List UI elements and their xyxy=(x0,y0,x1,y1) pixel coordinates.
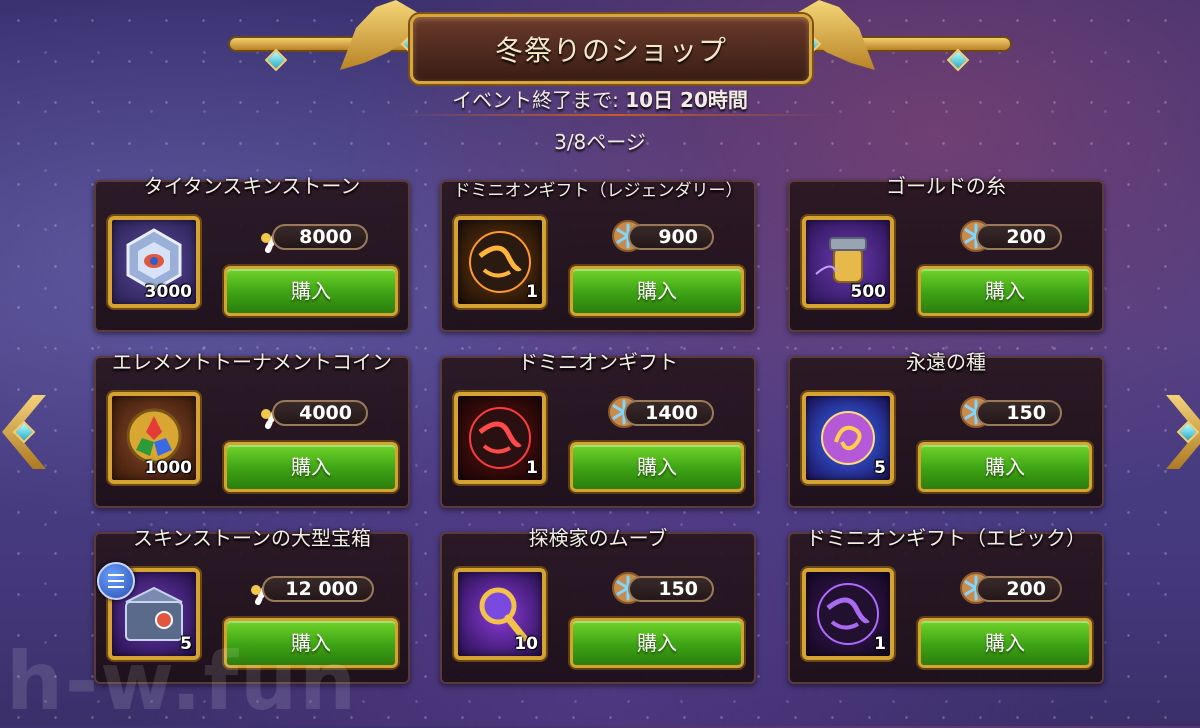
item-price: 150 xyxy=(628,576,714,602)
gem-left-icon xyxy=(264,48,288,72)
shop-item-card: 探検家のムーブ 10 150 購入 xyxy=(440,526,756,684)
shop-title-banner: 冬祭りのショップ xyxy=(410,14,812,84)
item-quantity: 1 xyxy=(526,458,538,478)
item-price: 200 xyxy=(976,576,1062,602)
item-title: ドミニオンギフト（レジェンダリー） xyxy=(453,181,743,201)
item-quantity: 10 xyxy=(514,634,538,654)
shop-item-card: ドミニオンギフト（エピック） 1 200 購入 xyxy=(788,526,1104,684)
shop-item-card: 永遠の種 5 150 購入 xyxy=(788,350,1104,508)
buy-button[interactable]: 購入 xyxy=(918,618,1092,668)
item-quantity: 5 xyxy=(874,458,886,478)
item-price: 12 000 xyxy=(262,576,374,602)
timer-label: イベント終了まで: xyxy=(452,88,619,112)
shop-item-card: ドミニオンギフト 1 1400 購入 xyxy=(440,350,756,508)
dominion-gift-icon: 1 xyxy=(454,392,546,484)
eternal-seed-icon: 5 xyxy=(802,392,894,484)
item-title: タイタンスキンストーン xyxy=(143,174,361,198)
buy-button[interactable]: 購入 xyxy=(570,618,744,668)
timer-value: 10日 20時間 xyxy=(625,88,748,112)
item-quantity: 3000 xyxy=(144,282,192,302)
item-quantity: 1 xyxy=(874,634,886,654)
item-price: 900 xyxy=(628,224,714,250)
item-quantity: 1000 xyxy=(144,458,192,478)
buy-button[interactable]: 購入 xyxy=(224,442,398,492)
shop-item-card: ドミニオンギフト（レジェンダリー） 1 900 購入 xyxy=(440,180,756,332)
gem-right-icon xyxy=(946,48,970,72)
item-title: スキンストーンの大型宝箱 xyxy=(133,526,371,550)
divider xyxy=(395,114,835,116)
item-title: ドミニオンギフト xyxy=(518,350,678,374)
titan-skin-stone-icon: 3000 xyxy=(108,216,200,308)
item-price: 1400 xyxy=(624,400,714,426)
item-title: 探検家のムーブ xyxy=(528,526,668,550)
buy-button[interactable]: 購入 xyxy=(918,442,1092,492)
gold-thread-icon: 500 xyxy=(802,216,894,308)
page-title: 冬祭りのショップ xyxy=(494,34,727,67)
page-indicator: 3/8ページ xyxy=(554,130,646,154)
shop-item-card: タイタンスキンストーン 3000 8000 購入 xyxy=(94,174,410,332)
item-price: 4000 xyxy=(272,400,368,426)
buy-button[interactable]: 購入 xyxy=(224,266,398,316)
shop-item-card: エレメントトーナメントコイン 1000 4000 購入 xyxy=(94,350,410,508)
item-quantity: 1 xyxy=(526,282,538,302)
item-price: 200 xyxy=(976,224,1062,250)
item-price: 8000 xyxy=(272,224,368,250)
shop-item-card: ゴールドの糸 500 200 購入 xyxy=(788,174,1104,332)
item-title: ドミニオンギフト（エピック） xyxy=(806,526,1086,550)
item-title: ゴールドの糸 xyxy=(886,174,1006,198)
dominion-gift-legendary-icon: 1 xyxy=(454,216,546,308)
list-filter-icon[interactable] xyxy=(97,562,135,600)
event-timer: イベント終了まで: 10日 20時間 xyxy=(0,84,1200,113)
buy-button[interactable]: 購入 xyxy=(918,266,1092,316)
dominion-gift-epic-icon: 1 xyxy=(802,568,894,660)
item-quantity: 500 xyxy=(850,282,887,302)
item-title: エレメントトーナメントコイン xyxy=(112,350,392,374)
buy-button[interactable]: 購入 xyxy=(570,266,744,316)
explorer-magnifier-icon: 10 xyxy=(454,568,546,660)
buy-button[interactable]: 購入 xyxy=(570,442,744,492)
item-price: 150 xyxy=(976,400,1062,426)
item-title: 永遠の種 xyxy=(906,350,986,374)
element-tournament-coin-icon: 1000 xyxy=(108,392,200,484)
watermark: h-w.fun xyxy=(6,635,359,728)
